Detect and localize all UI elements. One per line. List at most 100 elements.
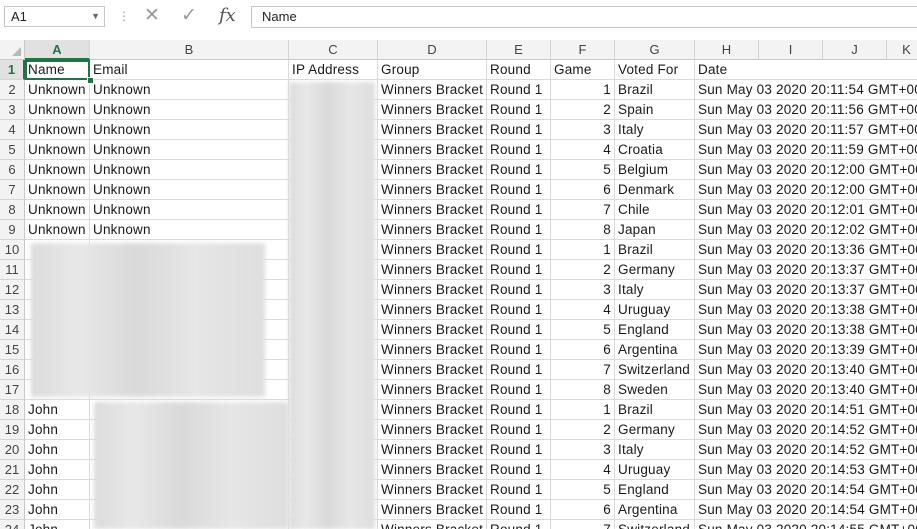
cell-voted[interactable]: Sweden [615,380,695,400]
cell-group[interactable]: Winners Bracket [378,340,487,360]
cell-name[interactable]: Name [25,60,90,80]
row-header[interactable]: 21 [0,460,25,480]
cell-email[interactable]: Unknown [90,200,289,220]
row-header[interactable]: 1 [0,60,25,80]
cell-name[interactable]: Unknown [25,200,90,220]
cell-round[interactable]: Round 1 [487,300,551,320]
cell-game[interactable]: 6 [551,340,615,360]
row-header[interactable]: 12 [0,280,25,300]
cell-voted[interactable]: Voted For [615,60,695,80]
cell-group[interactable]: Winners Bracket [378,320,487,340]
cell-game[interactable]: 5 [551,480,615,500]
cell-round[interactable]: Round [487,60,551,80]
cell-round[interactable]: Round 1 [487,460,551,480]
cell-round[interactable]: Round 1 [487,340,551,360]
cell-group[interactable]: Winners Bracket [378,480,487,500]
column-header-f[interactable]: F [551,40,615,60]
cell-date[interactable]: Sun May 03 2020 20:12:00 GMT+0000 [695,180,917,200]
cell-group[interactable]: Winners Bracket [378,360,487,380]
row-header[interactable]: 5 [0,140,25,160]
row-header[interactable]: 13 [0,300,25,320]
cell-email[interactable]: Unknown [90,120,289,140]
cell-voted[interactable]: Argentina [615,500,695,520]
cell-group[interactable]: Winners Bracket [378,140,487,160]
cell-game[interactable]: 2 [551,260,615,280]
cell-email[interactable]: Email [90,60,289,80]
cell-date[interactable]: Sun May 03 2020 20:14:51 GMT+0000 [695,400,917,420]
cell-round[interactable]: Round 1 [487,260,551,280]
row-header[interactable]: 15 [0,340,25,360]
cell-group[interactable]: Winners Bracket [378,200,487,220]
row-header[interactable]: 11 [0,260,25,280]
row-header[interactable]: 10 [0,240,25,260]
cell-name[interactable]: John [25,420,90,440]
cell-game[interactable]: 7 [551,360,615,380]
cell-group[interactable]: Winners Bracket [378,260,487,280]
cell-date[interactable]: Sun May 03 2020 20:11:54 GMT+0000 [695,80,917,100]
cell-voted[interactable]: Chile [615,200,695,220]
cell-round[interactable]: Round 1 [487,140,551,160]
cell-name[interactable]: John [25,440,90,460]
cell-email[interactable]: Unknown [90,220,289,240]
cell-date[interactable]: Sun May 03 2020 20:13:36 GMT+0000 [695,240,917,260]
column-header-j[interactable]: J [823,40,887,60]
cell-voted[interactable]: Italy [615,120,695,140]
select-all-button[interactable] [0,40,25,60]
cell-date[interactable]: Sun May 03 2020 20:14:52 GMT+0000 [695,420,917,440]
cell-group[interactable]: Winners Bracket [378,100,487,120]
cell-game[interactable]: 5 [551,160,615,180]
column-header-e[interactable]: E [487,40,551,60]
cell-group[interactable]: Winners Bracket [378,460,487,480]
cell-voted[interactable]: Uruguay [615,460,695,480]
cell-date[interactable]: Date [695,60,917,80]
cell-date[interactable]: Sun May 03 2020 20:13:37 GMT+0000 [695,280,917,300]
cell-group[interactable]: Winners Bracket [378,380,487,400]
cell-voted[interactable]: Croatia [615,140,695,160]
cell-name[interactable]: Unknown [25,160,90,180]
cell-game[interactable]: 1 [551,240,615,260]
cell-voted[interactable]: Japan [615,220,695,240]
cell-voted[interactable]: England [615,320,695,340]
column-header-b[interactable]: B [90,40,289,60]
row-header[interactable]: 20 [0,440,25,460]
cell-round[interactable]: Round 1 [487,220,551,240]
check-icon[interactable]: ✓ [181,5,197,27]
cell-name[interactable]: John [25,520,90,529]
cell-email[interactable]: Unknown [90,80,289,100]
cell-date[interactable]: Sun May 03 2020 20:14:54 GMT+0000 [695,480,917,500]
row-header[interactable]: 2 [0,80,25,100]
cell-date[interactable]: Sun May 03 2020 20:14:53 GMT+0000 [695,460,917,480]
cell-group[interactable]: Winners Bracket [378,120,487,140]
row-header[interactable]: 14 [0,320,25,340]
row-header[interactable]: 7 [0,180,25,200]
cell-game[interactable]: 2 [551,420,615,440]
cell-round[interactable]: Round 1 [487,480,551,500]
cell-group[interactable]: Winners Bracket [378,500,487,520]
cell-email[interactable]: Unknown [90,100,289,120]
cell-game[interactable]: 4 [551,300,615,320]
column-header-k[interactable]: K [887,40,917,60]
row-header[interactable]: 24 [0,520,25,529]
cell-round[interactable]: Round 1 [487,180,551,200]
cell-round[interactable]: Round 1 [487,80,551,100]
cell-voted[interactable]: Spain [615,100,695,120]
cell-voted[interactable]: Italy [615,280,695,300]
cell-voted[interactable]: Uruguay [615,300,695,320]
cell-game[interactable]: 7 [551,520,615,529]
cell-name[interactable]: Unknown [25,180,90,200]
row-header[interactable]: 3 [0,100,25,120]
row-header[interactable]: 9 [0,220,25,240]
cell-date[interactable]: Sun May 03 2020 20:12:00 GMT+0000 [695,160,917,180]
cell-date[interactable]: Sun May 03 2020 20:12:01 GMT+0000 [695,200,917,220]
column-header-d[interactable]: D [378,40,487,60]
row-header[interactable]: 4 [0,120,25,140]
cell-group[interactable]: Group [378,60,487,80]
cell-name[interactable]: John [25,400,90,420]
cell-round[interactable]: Round 1 [487,420,551,440]
cell-name[interactable]: Unknown [25,220,90,240]
cell-voted[interactable]: Brazil [615,400,695,420]
chevron-down-icon[interactable]: ▼ [91,7,100,26]
row-header[interactable]: 6 [0,160,25,180]
cell-name[interactable]: Unknown [25,80,90,100]
cell-game[interactable]: 4 [551,460,615,480]
